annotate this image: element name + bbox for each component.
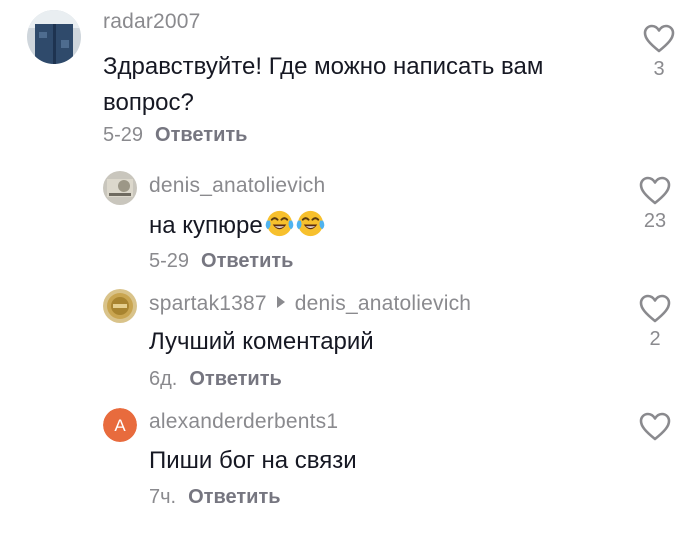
comment-date: 5-29 (103, 124, 144, 146)
comment-username[interactable]: radar2007 (103, 10, 201, 34)
heart-icon (643, 24, 675, 53)
reply-button[interactable]: Ответить (155, 124, 247, 146)
avatar[interactable] (103, 289, 137, 323)
avatar[interactable] (27, 10, 81, 64)
comment-text: Пиши бог на связи (149, 447, 357, 474)
heart-icon (639, 294, 671, 323)
comment-username-link[interactable]: spartak1387 (149, 292, 267, 315)
reply-to-username[interactable]: denis_anatolievich (295, 292, 471, 315)
like-button[interactable] (635, 176, 675, 206)
comment-date: 7ч. (149, 486, 177, 508)
heart-icon (639, 176, 671, 205)
comment-text-continued: вопрос? (103, 89, 194, 116)
comment-meta: 5-29 Ответить (149, 250, 293, 273)
like-count: 3 (653, 58, 665, 80)
comment-date: 6д. (149, 368, 178, 390)
reply-arrow-icon (276, 296, 285, 309)
avatar[interactable]: A (103, 408, 137, 442)
like-count: 2 (649, 328, 661, 350)
avatar-letter: A (114, 416, 126, 435)
next-heart-hint (640, 530, 674, 537)
reply-button[interactable]: Ответить (189, 368, 281, 390)
comment-meta: 5-29 Ответить (103, 124, 247, 147)
avatar[interactable] (103, 171, 137, 205)
comment-text: Лучший коментарий (149, 328, 374, 355)
like-count: 23 (643, 210, 667, 232)
comment-meta: 6д. Ответить (149, 368, 282, 391)
like-button[interactable] (639, 24, 679, 54)
comments-panel: radar2007 Здравствуйте! Где можно написа… (0, 0, 700, 537)
comment-username[interactable]: alexanderderbents1 (149, 410, 338, 434)
face-with-tears-of-joy-icon (265, 210, 294, 237)
comment-text: на купюре (149, 207, 325, 244)
comment-username[interactable]: denis_anatolievich (149, 174, 325, 198)
comment-text: Здравствуйте! Где можно написать вам (103, 53, 544, 80)
comment-date: 5-29 (149, 250, 190, 272)
heart-icon (639, 412, 671, 441)
next-comment-hint (560, 530, 600, 537)
reply-button[interactable]: Ответить (201, 250, 293, 272)
comment-username: spartak1387 denis_anatolievich (149, 292, 471, 316)
like-button[interactable] (635, 412, 675, 442)
reply-button[interactable]: Ответить (188, 486, 280, 508)
like-button[interactable] (635, 294, 675, 324)
face-with-tears-of-joy-icon (296, 210, 325, 237)
comment-meta: 7ч. Ответить (149, 486, 281, 509)
